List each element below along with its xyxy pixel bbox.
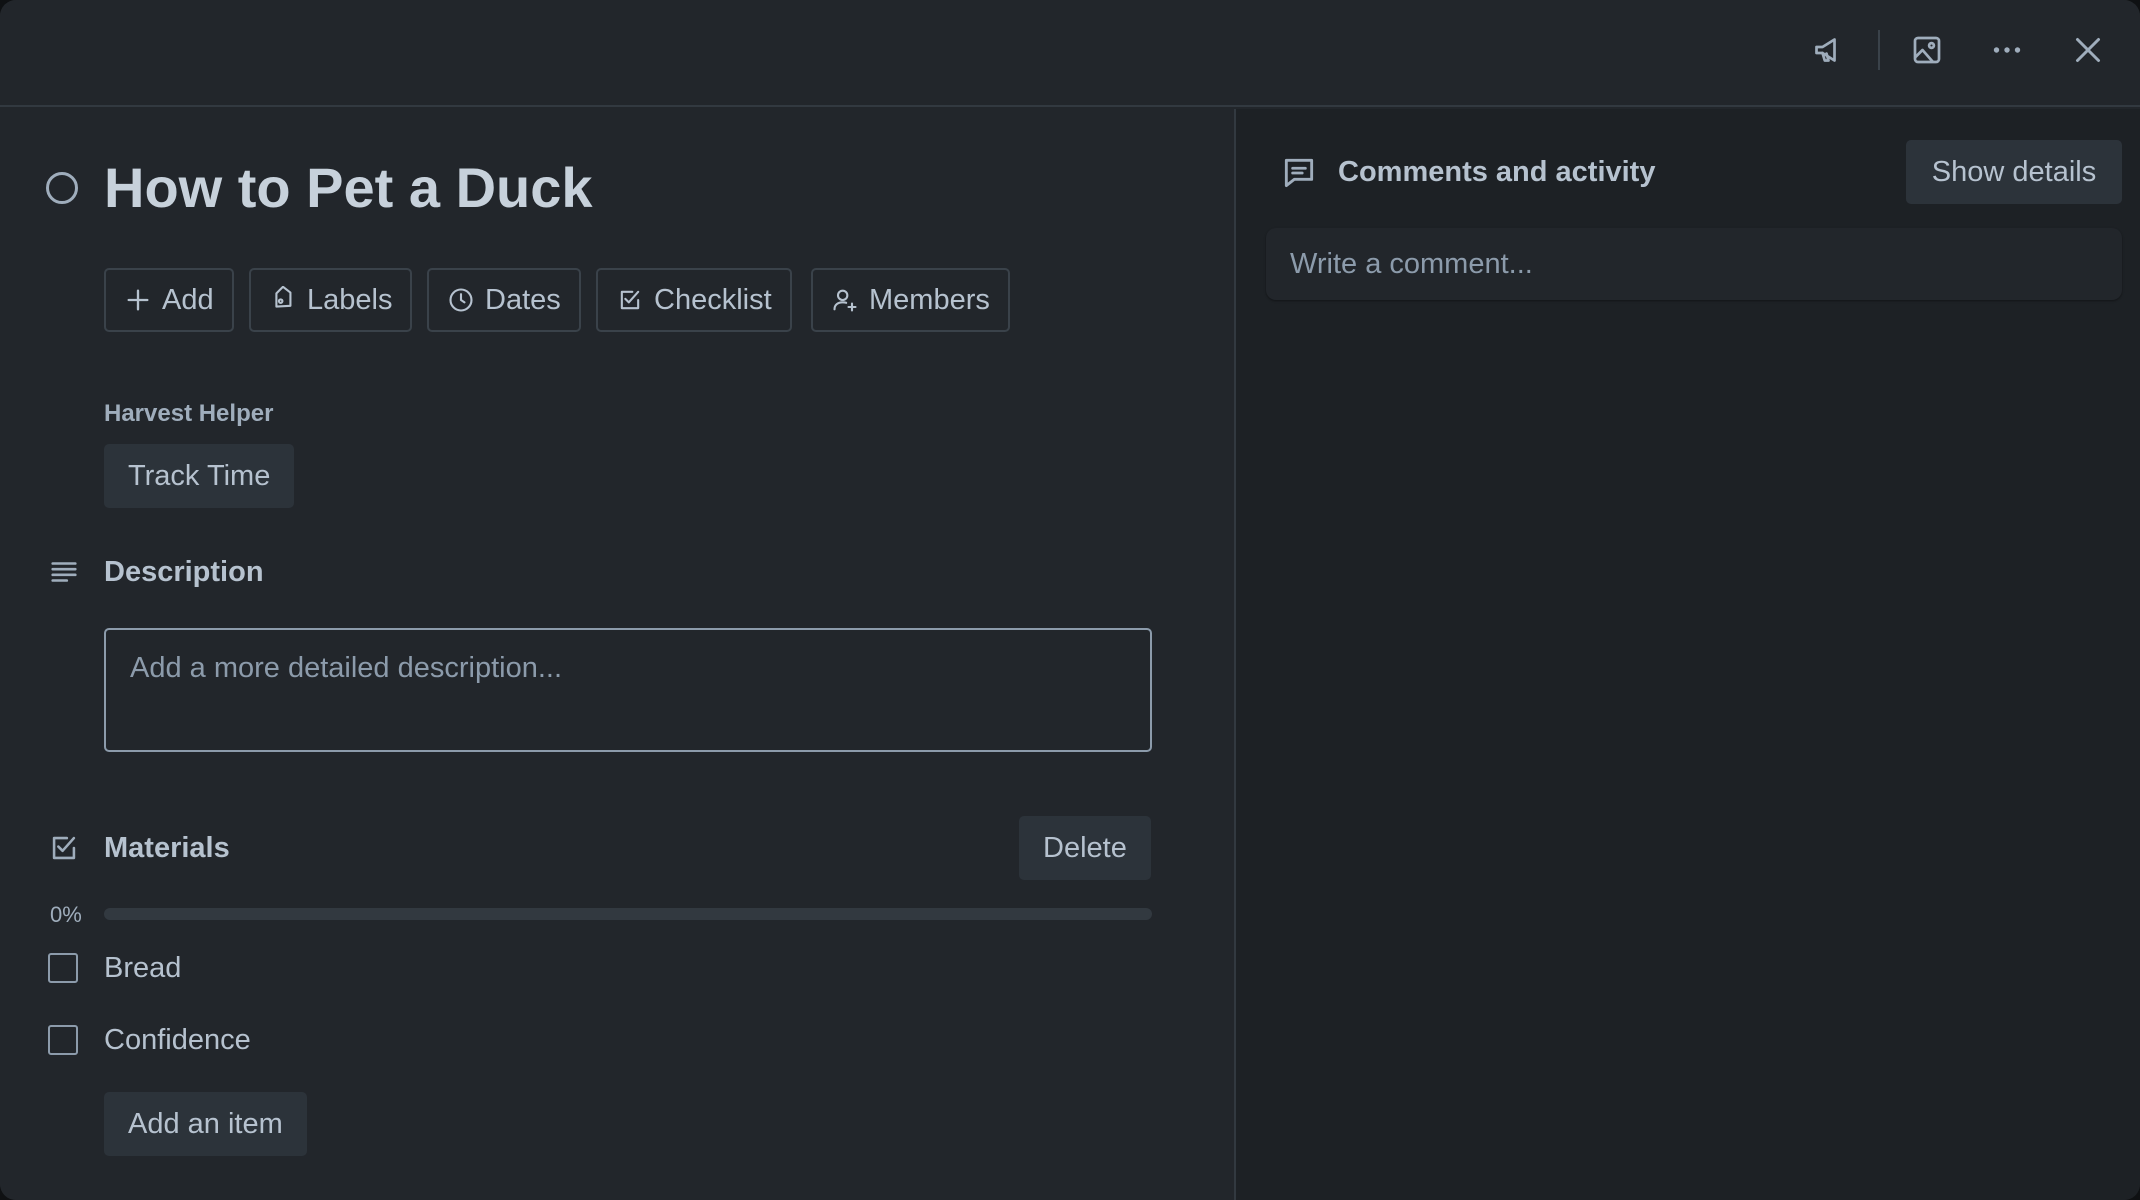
complete-circle-icon[interactable] [46,172,78,204]
add-button[interactable]: Add [104,268,234,332]
description-input[interactable]: Add a more detailed description... [104,628,1152,752]
harvest-helper-label: Harvest Helper [104,400,274,427]
dates-button-label: Dates [485,283,561,316]
checklist-item [48,1020,78,1060]
image-icon[interactable] [1903,26,1951,74]
checklist-progress-bar [104,908,1152,920]
checklist-button[interactable]: Checklist [596,268,792,332]
header-divider [1878,30,1880,70]
checklist-item [48,948,78,988]
checklist-progress-percent: 0% [50,902,82,927]
modal-header [0,0,2140,107]
clock-icon [449,288,473,312]
members-button-label: Members [869,283,990,316]
track-time-button[interactable]: Track Time [104,444,295,508]
labels-button-label: Labels [307,283,393,316]
comment-icon [1280,154,1318,192]
card-detail-modal: How to Pet a Duck Add Labels Dates Check… [0,0,2140,1200]
add-member-icon [833,289,857,312]
delete-checklist-button[interactable]: Delete [1019,816,1151,880]
labels-button[interactable]: Labels [249,268,413,332]
show-details-button[interactable]: Show details [1906,140,2122,204]
members-button[interactable]: Members [811,268,1010,332]
description-icon [46,554,82,590]
checklist-button-label: Checklist [654,283,772,316]
megaphone-icon[interactable] [1806,26,1854,74]
add-button-label: Add [162,283,214,316]
checklist-item-label[interactable]: Bread [104,952,181,985]
close-icon[interactable] [2064,26,2112,74]
checklist-item-checkbox[interactable] [48,953,78,983]
tag-icon [275,286,292,308]
description-heading: Description [104,556,264,588]
checklist-icon [46,830,82,866]
comment-input[interactable]: Write a comment... [1266,228,2122,300]
checkbox-icon [620,290,640,310]
card-title[interactable]: How to Pet a Duck [104,152,593,224]
dates-button[interactable]: Dates [427,268,581,332]
plus-icon [127,289,149,311]
checklist-item-checkbox[interactable] [48,1025,78,1055]
checklist-item-label[interactable]: Confidence [104,1024,251,1057]
checklist-heading: Materials [104,832,230,864]
add-item-button[interactable]: Add an item [104,1092,307,1156]
more-icon[interactable] [1983,26,2031,74]
comments-activity-heading: Comments and activity [1338,156,1656,188]
